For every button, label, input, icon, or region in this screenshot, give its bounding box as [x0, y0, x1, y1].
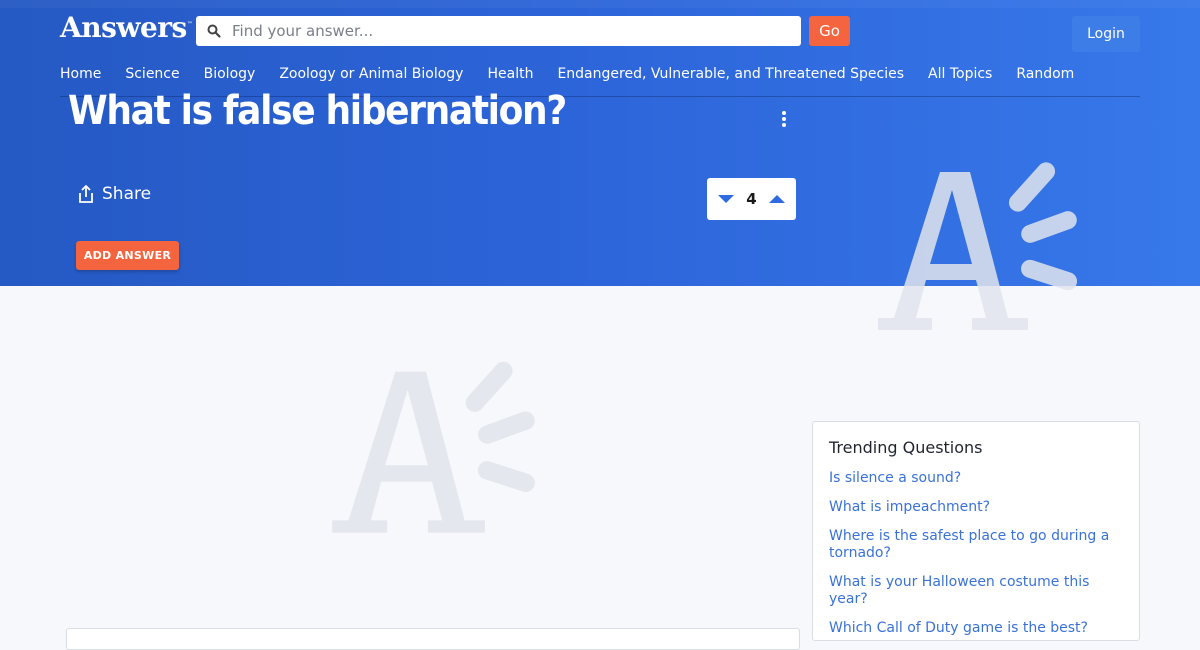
share-icon: [79, 184, 93, 203]
list-item: Is silence a sound?: [829, 469, 1123, 486]
vote-count: 4: [746, 190, 757, 208]
list-item: What is impeachment?: [829, 498, 1123, 515]
trending-link[interactable]: Which Call of Duty game is the best?: [829, 620, 1088, 636]
list-item: What is your Halloween costume this year…: [829, 573, 1123, 607]
trending-questions-panel: Trending Questions Is silence a sound? W…: [812, 421, 1140, 641]
caret-down-icon[interactable]: [717, 193, 735, 205]
more-vertical-icon: [782, 111, 786, 115]
more-vertical-icon-dot: [782, 123, 786, 127]
share-button[interactable]: Share: [78, 184, 151, 204]
share-label: Share: [102, 184, 152, 204]
search-bar: [196, 16, 801, 46]
trending-link[interactable]: What is your Halloween costume this year…: [829, 574, 1089, 607]
caret-up-icon[interactable]: [768, 193, 786, 205]
nav-item-home[interactable]: Home: [60, 66, 101, 82]
answer-card: [66, 628, 800, 650]
add-answer-button[interactable]: ADD ANSWER: [76, 241, 179, 270]
nav-item-random[interactable]: Random: [1016, 66, 1074, 82]
answers-logo-watermark-icon: [878, 162, 1078, 330]
top-nav: Home Science Biology Zoology or Animal B…: [60, 66, 1074, 82]
search-input[interactable]: [230, 16, 794, 46]
list-item: Where is the safest place to go during a…: [829, 527, 1123, 561]
list-item: Which Call of Duty game is the best?: [829, 619, 1123, 636]
vote-widget: 4: [707, 178, 796, 220]
trending-link[interactable]: Where is the safest place to go during a…: [829, 528, 1109, 561]
top-strip: [0, 0, 1200, 8]
more-options-button[interactable]: [774, 106, 794, 132]
nav-item-zoology[interactable]: Zoology or Animal Biology: [279, 66, 463, 82]
answers-logo-watermark-icon: [332, 361, 535, 533]
nav-item-all-topics[interactable]: All Topics: [928, 66, 992, 82]
nav-item-health[interactable]: Health: [487, 66, 533, 82]
logo-text: Answers: [60, 11, 187, 44]
nav-item-biology[interactable]: Biology: [204, 66, 256, 82]
search-go-button[interactable]: Go: [809, 16, 850, 46]
question-title: What is false hibernation?: [68, 88, 567, 134]
trending-link[interactable]: Is silence a sound?: [829, 470, 961, 486]
search-icon: [207, 24, 221, 38]
trending-link[interactable]: What is impeachment?: [829, 499, 990, 515]
logo-trademark: ™: [186, 21, 193, 28]
answers-logo[interactable]: Answers™: [60, 11, 193, 44]
trending-list: Is silence a sound? What is impeachment?…: [829, 469, 1123, 636]
nav-item-endangered-species[interactable]: Endangered, Vulnerable, and Threatened S…: [557, 66, 904, 82]
nav-item-science[interactable]: Science: [125, 66, 179, 82]
login-button[interactable]: Login: [1072, 16, 1140, 52]
more-vertical-icon-dot: [782, 117, 786, 121]
trending-heading: Trending Questions: [829, 438, 983, 457]
